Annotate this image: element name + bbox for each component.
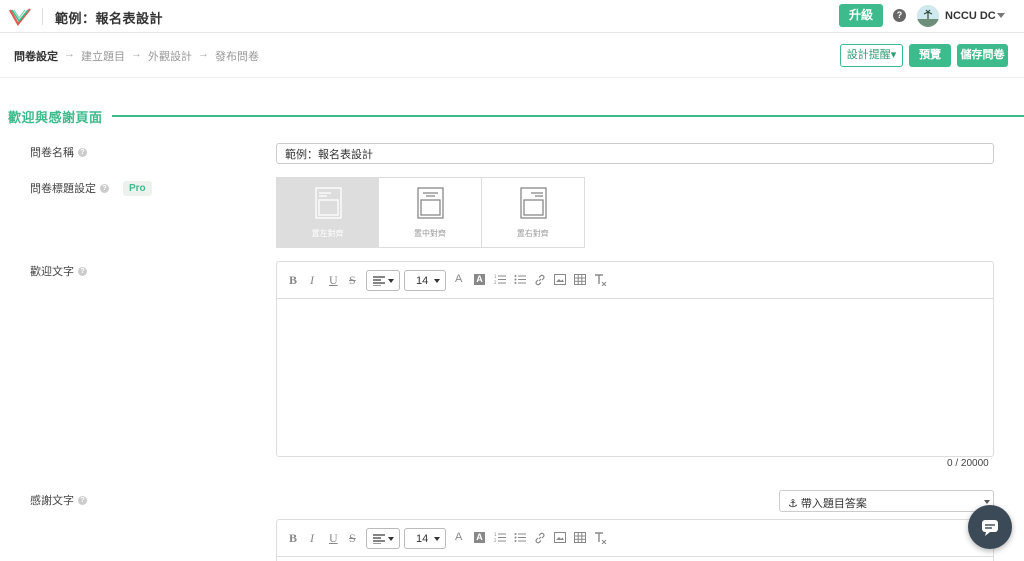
- welcome-text-label-text: 歡迎文字: [30, 266, 74, 278]
- font-size-select[interactable]: 14: [404, 270, 446, 291]
- title-setting-label-text: 問卷標題設定: [30, 183, 96, 195]
- italic-icon[interactable]: I: [310, 273, 314, 288]
- align-right-label: 置右對齊: [516, 229, 549, 238]
- title-align-group: 置左對齊 置中對齊 置右對齊: [276, 177, 585, 248]
- align-left-label: 置左對齊: [311, 229, 344, 238]
- underline-icon[interactable]: U: [329, 273, 338, 288]
- table-icon[interactable]: [574, 274, 586, 285]
- question-mark-icon[interactable]: ?: [78, 495, 87, 505]
- chevron-down-icon: [434, 537, 440, 541]
- thanks-text-label-text: 感謝文字: [30, 495, 74, 507]
- upgrade-button[interactable]: 升級: [839, 4, 883, 27]
- background-color-icon[interactable]: A: [474, 532, 485, 543]
- editor-toolbar: B I U S 14 A A 1 2: [277, 520, 993, 557]
- align-center-icon: [417, 187, 444, 219]
- thanks-text-editor: B I U S 14 A A 1 2: [276, 519, 994, 561]
- question-mark-icon[interactable]: ?: [100, 183, 109, 193]
- survey-name-label-text: 問卷名稱: [30, 147, 74, 159]
- clear-format-icon[interactable]: [594, 532, 607, 544]
- logo-icon[interactable]: [8, 7, 32, 27]
- align-right-icon: [520, 187, 547, 219]
- thanks-text-label: 感謝文字 ?: [30, 492, 87, 508]
- question-mark-icon[interactable]: ?: [78, 266, 87, 276]
- preview-button[interactable]: 預覽: [909, 44, 951, 67]
- ordered-list-icon[interactable]: 1 2: [494, 532, 506, 543]
- font-color-icon[interactable]: A: [455, 273, 462, 285]
- strikethrough-icon[interactable]: S: [349, 531, 356, 546]
- chevron-down-icon[interactable]: [997, 13, 1005, 18]
- background-color-icon[interactable]: A: [474, 274, 485, 285]
- logo-divider: [42, 8, 43, 25]
- help-circle-icon[interactable]: ?: [893, 9, 906, 22]
- align-right-option[interactable]: 置右對齊: [481, 178, 584, 247]
- welcome-text-editor: B I U S 14 A A 1 2: [276, 261, 994, 457]
- clear-format-icon[interactable]: [594, 274, 607, 286]
- insert-answer-text: ⚓ 帶入題目答案: [788, 498, 867, 510]
- arrow-right-icon: →: [198, 48, 209, 60]
- svg-text:1: 1: [494, 274, 497, 279]
- editor-toolbar: B I U S 14 A A 1 2: [277, 262, 993, 299]
- align-center-option[interactable]: 置中對齊: [379, 178, 482, 247]
- align-lines-icon: [373, 534, 385, 544]
- bold-icon[interactable]: B: [289, 273, 297, 288]
- svg-text:2: 2: [494, 280, 497, 285]
- align-left-option[interactable]: 置左對齊: [277, 178, 380, 247]
- step-appearance[interactable]: 外觀設計: [148, 48, 192, 64]
- image-icon[interactable]: [554, 274, 566, 285]
- link-icon[interactable]: [534, 532, 546, 544]
- image-icon[interactable]: [554, 532, 566, 543]
- bold-icon[interactable]: B: [289, 531, 297, 546]
- align-lines-icon: [373, 276, 385, 286]
- avatar[interactable]: [917, 5, 939, 27]
- svg-text:2: 2: [494, 538, 497, 543]
- strikethrough-icon[interactable]: S: [349, 273, 356, 288]
- arrow-right-icon: →: [64, 48, 75, 60]
- step-publish[interactable]: 發布問卷: [215, 48, 259, 64]
- chevron-down-icon: [388, 537, 394, 541]
- svg-text:1: 1: [494, 532, 497, 537]
- align-left-icon: [315, 187, 342, 219]
- font-size-value: 14: [416, 533, 429, 545]
- arrow-right-icon: →: [131, 48, 142, 60]
- text-align-select[interactable]: [366, 270, 400, 291]
- user-name[interactable]: NCCU DC: [945, 10, 996, 22]
- pro-badge: Pro: [123, 180, 152, 196]
- section-divider: [112, 115, 1024, 117]
- link-icon[interactable]: [534, 274, 546, 286]
- chat-bubble-icon: [982, 520, 998, 536]
- font-color-icon[interactable]: A: [455, 531, 462, 543]
- avatar-image: [917, 5, 939, 27]
- save-survey-button[interactable]: 儲存問卷: [957, 44, 1008, 67]
- chevron-down-icon: [388, 279, 394, 283]
- breadcrumb: 問卷設定 → 建立題目 → 外觀設計 → 發布問卷: [14, 48, 259, 64]
- font-size-value: 14: [416, 275, 429, 287]
- steps-bar: 問卷設定 → 建立題目 → 外觀設計 → 發布問卷 設計提醒▾ 預覽 儲存問卷: [0, 33, 1024, 78]
- step-survey-settings[interactable]: 問卷設定: [14, 48, 58, 64]
- chevron-down-icon: [434, 279, 440, 283]
- survey-title: 範例：報名表設計: [55, 11, 164, 26]
- design-hint-button[interactable]: 設計提醒▾: [840, 44, 903, 67]
- bullet-list-icon[interactable]: [514, 532, 526, 543]
- chevron-down-icon: [984, 500, 990, 504]
- font-size-select[interactable]: 14: [404, 528, 446, 549]
- align-center-label: 置中對齊: [413, 229, 446, 238]
- underline-icon[interactable]: U: [329, 531, 338, 546]
- editor-content-area[interactable]: [277, 299, 993, 456]
- bullet-list-icon[interactable]: [514, 274, 526, 285]
- section-title: 歡迎與感謝頁面: [8, 110, 103, 125]
- step-create-questions[interactable]: 建立題目: [81, 48, 125, 64]
- ordered-list-icon[interactable]: 1 2: [494, 274, 506, 285]
- top-bar: 範例：報名表設計 升級 ? NCCU DC: [0, 0, 1024, 33]
- insert-answer-select[interactable]: ⚓ 帶入題目答案: [779, 490, 994, 512]
- chat-button[interactable]: [968, 505, 1012, 549]
- text-align-select[interactable]: [366, 528, 400, 549]
- char-counter: 0 / 20000: [947, 458, 989, 469]
- survey-name-label: 問卷名稱 ?: [30, 144, 87, 160]
- welcome-text-label: 歡迎文字 ?: [30, 263, 87, 279]
- italic-icon[interactable]: I: [310, 531, 314, 546]
- question-mark-icon[interactable]: ?: [78, 147, 87, 157]
- table-icon[interactable]: [574, 532, 586, 543]
- title-setting-label: 問卷標題設定 ? Pro: [30, 180, 152, 196]
- survey-name-input[interactable]: [276, 143, 994, 164]
